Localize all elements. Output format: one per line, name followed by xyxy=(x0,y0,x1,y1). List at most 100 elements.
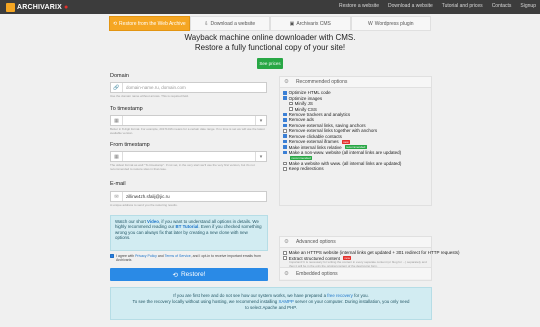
logo-text: ARCHIVARIX xyxy=(17,3,63,11)
checkbox[interactable] xyxy=(283,145,287,149)
checkbox[interactable] xyxy=(283,96,287,100)
cms-icon: ▣ xyxy=(289,20,295,27)
see-prices-button[interactable]: See prices xyxy=(257,58,283,69)
xampp-link[interactable]: XAMPP xyxy=(278,299,293,304)
video-link[interactable]: Video xyxy=(147,219,159,224)
info-notice: If you are first here and do not see how… xyxy=(110,287,432,320)
calendar-dropdown-icon[interactable]: ▾ xyxy=(255,152,266,161)
option-https[interactable]: Make an HTTPS website (internal links ge… xyxy=(283,250,459,255)
gear-icon: ⚙ xyxy=(284,239,289,245)
embedded-options-header[interactable]: ⚙ Embedded options xyxy=(280,268,431,279)
info-text: To see the recovery locally without usin… xyxy=(132,299,279,304)
checkbox[interactable] xyxy=(283,256,287,260)
info-text: for you. xyxy=(352,293,369,298)
email-field[interactable]: ✉ zillinw4zh.sfalij@jic.ru xyxy=(110,191,267,202)
tutorial-link[interactable]: BT Tutorial xyxy=(176,224,199,229)
terms-link[interactable]: Terms of Service xyxy=(165,254,191,258)
mode-tabs: ⟲ Restore from the Web Archive ⇩ Downloa… xyxy=(109,16,431,31)
embedded-options-panel: ⚙ Embedded options xyxy=(279,267,432,281)
domain-label: Domain xyxy=(110,73,129,79)
option-label: Remove ads xyxy=(288,117,314,123)
checkbox[interactable] xyxy=(283,134,287,139)
gear-icon: ⚙ xyxy=(284,270,289,277)
tab-label: Wordpress plugin xyxy=(374,20,414,27)
option-label: Make an HTTPS website (internal links ge… xyxy=(288,250,460,256)
calendar-dropdown-icon[interactable]: ▾ xyxy=(255,116,266,125)
agree-text-part: and xyxy=(156,254,165,258)
checkbox[interactable] xyxy=(283,139,287,144)
from-timestamp-field[interactable]: ▦ ▾ xyxy=(110,151,267,162)
restore-button[interactable]: ⟲ Restore! xyxy=(110,268,268,281)
option-label: Make a non-www. website (all internal li… xyxy=(288,150,402,156)
nav-signup[interactable]: Signup xyxy=(520,3,536,9)
to-timestamp-field[interactable]: ▦ ▾ xyxy=(110,115,267,126)
restore-icon: ⟲ xyxy=(172,271,178,279)
tab-download-website[interactable]: ⇩ Download a website xyxy=(189,16,270,31)
new-badge: new xyxy=(341,139,351,144)
recommended-option[interactable]: Keep redirections xyxy=(283,166,428,171)
email-input[interactable]: zillinw4zh.sfalij@jic.ru xyxy=(123,194,170,199)
panel-title: Embedded options xyxy=(295,270,338,277)
page-title: Wayback machine online downloader with C… xyxy=(184,33,356,42)
checkbox[interactable] xyxy=(283,123,287,128)
top-nav: Restore a website Download a website Tut… xyxy=(339,3,536,9)
nav-download-website[interactable]: Download a website xyxy=(388,3,433,9)
domain-input[interactable]: domain-name.ru, domain.com xyxy=(123,85,186,90)
to-timestamp-hint: Better in 8 digit format. For example, 2… xyxy=(110,127,265,135)
nav-tutorial-prices[interactable]: Tutorial and prices xyxy=(442,3,483,9)
option-label: Make internal links relative xyxy=(288,144,342,150)
checkbox[interactable] xyxy=(283,128,287,133)
info-text: server on your computer. During installa… xyxy=(293,299,410,304)
recommended-options-panel: ⚙ Recommended options Optimize HTML code… xyxy=(279,76,432,206)
option-label: Remove clickable contacts xyxy=(288,133,342,139)
checkbox[interactable] xyxy=(283,250,287,255)
option-label: Minify JS xyxy=(294,101,313,107)
link-icon: 🔗 xyxy=(111,83,123,92)
agree-text: I agree with Privacy Policy and Terms of… xyxy=(116,254,268,262)
restore-label: Restore! xyxy=(180,271,206,278)
free-recovery-link[interactable]: free recovery xyxy=(327,293,353,298)
checkbox[interactable] xyxy=(283,90,287,95)
calendar-icon: ▦ xyxy=(111,152,123,161)
checkbox[interactable] xyxy=(283,118,287,122)
email-hint: A unique address to send you the restori… xyxy=(110,203,178,207)
checkbox[interactable] xyxy=(283,167,287,171)
domain-field[interactable]: 🔗 domain-name.ru, domain.com xyxy=(110,82,267,93)
agree-checkbox[interactable] xyxy=(110,254,114,259)
privacy-policy-link[interactable]: Privacy Policy xyxy=(135,254,157,258)
advanced-options-header[interactable]: ⚙ Advanced options xyxy=(280,237,431,248)
nav-restore-website[interactable]: Restore a website xyxy=(339,3,379,9)
option-label: Optimize images xyxy=(288,95,323,101)
download-icon: ⇩ xyxy=(204,20,209,27)
checkbox[interactable] xyxy=(289,107,293,111)
panel-title: Recommended options xyxy=(295,79,348,85)
nav-contacts[interactable]: Contacts xyxy=(492,3,512,9)
recommended-badge: recommended xyxy=(344,145,367,150)
tab-wordpress-plugin[interactable]: W Wordpress plugin xyxy=(350,16,431,31)
from-timestamp-label: From timestamp xyxy=(110,142,150,148)
panel-title: Advanced options xyxy=(295,239,336,245)
agree-row: I agree with Privacy Policy and Terms of… xyxy=(110,254,268,262)
logo[interactable]: ARCHIVARIX ● xyxy=(6,2,68,12)
tab-label: Restore from the Web Archive xyxy=(119,20,186,27)
checkbox[interactable] xyxy=(283,112,287,117)
video-notice: Watch our short Video, if you want to un… xyxy=(110,215,268,251)
option-label: Remove external links, saving anchors xyxy=(288,122,366,128)
logo-red-dot-icon: ● xyxy=(64,3,69,11)
checkbox[interactable] xyxy=(283,161,287,166)
gear-icon: ⚙ xyxy=(284,79,289,85)
recommended-options-list: Optimize HTML code Optimize images Minify … xyxy=(280,88,431,174)
option-label: Remove external links together with anch… xyxy=(288,128,378,134)
restore-icon: ⟲ xyxy=(112,20,118,27)
from-timestamp-hint: The oldest format as well "To timestamp"… xyxy=(110,163,255,171)
top-navbar: ARCHIVARIX ● Restore a website Download … xyxy=(0,0,540,14)
page-subtitle: Restore a fully functional copy of your … xyxy=(194,43,346,52)
option-label: Remove external iframes xyxy=(288,139,339,145)
checkbox[interactable] xyxy=(283,150,287,155)
tab-label: Archivarix CMS xyxy=(296,20,331,27)
video-notice-text: Watch our short xyxy=(115,219,148,224)
checkbox[interactable] xyxy=(289,101,293,106)
tab-archivarix-cms[interactable]: ▣ Archivarix CMS xyxy=(270,16,351,31)
tab-restore-web-archive[interactable]: ⟲ Restore from the Web Archive xyxy=(109,16,190,31)
recommended-options-header[interactable]: ⚙ Recommended options xyxy=(280,77,431,88)
